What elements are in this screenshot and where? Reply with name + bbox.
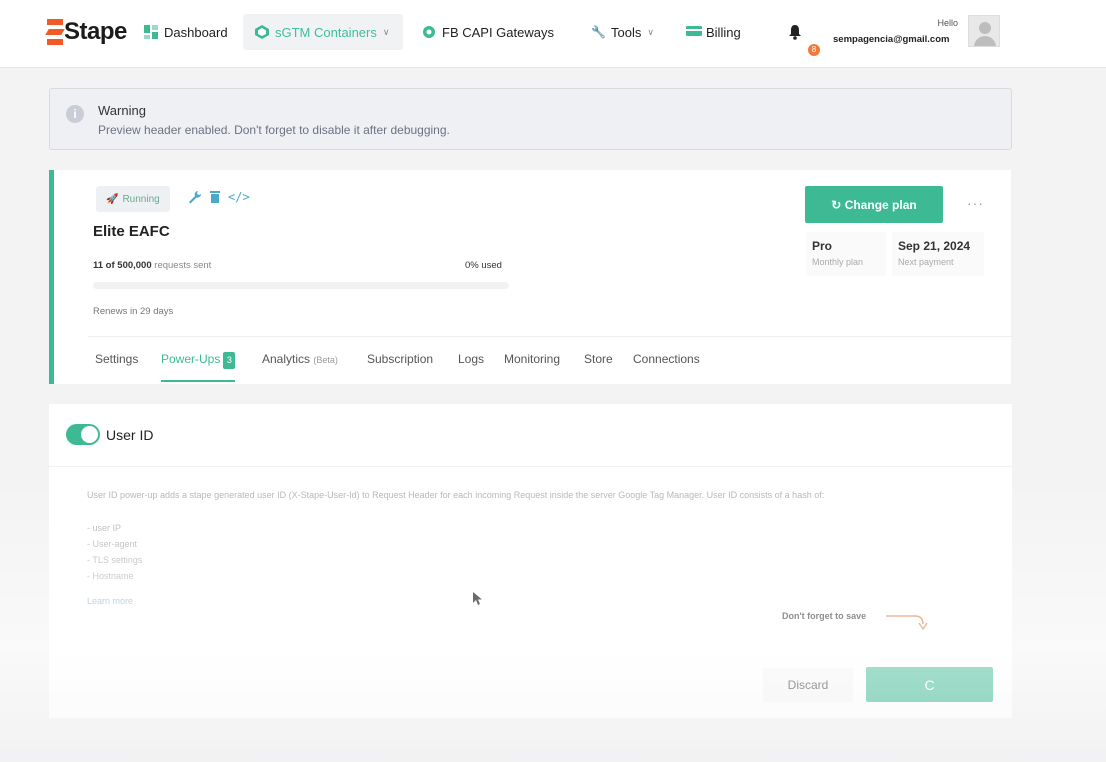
container-name: Elite EAFC — [93, 223, 170, 240]
plan-name: Pro — [812, 239, 833, 253]
change-plan-label: Change plan — [844, 197, 917, 212]
more-options-icon[interactable]: ··· — [967, 195, 984, 211]
dashboard-icon — [144, 25, 158, 39]
greeting: Hello — [937, 18, 958, 28]
list-item: - Hostname — [87, 571, 134, 581]
hash-components-list: - user IP - User-agent - TLS settings - … — [87, 520, 142, 584]
nav-sgtm-label: sGTM Containers — [275, 24, 377, 40]
avatar[interactable] — [968, 15, 1000, 47]
logo-mark-icon — [45, 19, 65, 45]
tab-analytics[interactable]: Analytics (Beta) — [262, 352, 338, 382]
requests-sent: 11 of 500,000 requests sent — [93, 260, 211, 271]
container-icon — [255, 25, 269, 39]
chevron-down-icon: ∨ — [647, 26, 654, 37]
trash-icon[interactable] — [210, 190, 220, 207]
warning-alert: i Warning Preview header enabled. Don't … — [49, 88, 1012, 150]
tab-analytics-label: Analytics — [262, 352, 311, 366]
bell-icon[interactable] — [788, 24, 802, 43]
gateway-icon — [422, 25, 436, 39]
code-icon[interactable]: </> — [228, 190, 250, 207]
warning-title: Warning — [98, 103, 146, 118]
nav-billing[interactable]: Billing — [674, 14, 753, 50]
credit-card-icon — [686, 25, 702, 39]
powerup-description: User ID power-up adds a stape generated … — [87, 490, 825, 500]
tab-monitoring[interactable]: Monitoring — [504, 352, 560, 382]
next-payment-subtitle: Next payment — [898, 257, 954, 267]
user-id-toggle[interactable] — [66, 424, 100, 445]
nav-billing-label: Billing — [706, 24, 741, 40]
save-reminder: Don't forget to save — [782, 611, 867, 621]
usage-progress-bar — [93, 282, 509, 289]
tab-store[interactable]: Store — [584, 352, 613, 382]
powerup-panel: User ID User ID power-up adds a stape ge… — [49, 404, 1012, 718]
beta-label: (Beta) — [313, 355, 338, 365]
card-divider — [88, 336, 1012, 337]
powerup-title: User ID — [106, 427, 154, 443]
curved-arrow-icon — [885, 612, 929, 637]
next-payment-date: Sep 21, 2024 — [898, 239, 971, 253]
top-navbar: Stape Dashboard sGTM Containers ∨ FB CAP… — [0, 0, 1106, 68]
warning-text: Preview header enabled. Don't forget to … — [98, 123, 450, 137]
save-button[interactable]: C — [866, 667, 993, 702]
wrench-icon: 🔧 — [591, 25, 606, 39]
mouse-cursor-icon — [473, 592, 483, 609]
nav-dashboard[interactable]: Dashboard — [132, 14, 240, 50]
wrench-icon[interactable] — [188, 190, 202, 207]
change-plan-button[interactable]: ↻ Change plan — [805, 186, 943, 223]
tab-logs[interactable]: Logs — [458, 352, 484, 382]
renewal-info: Renews in 29 days — [93, 306, 174, 317]
tab-subscription[interactable]: Subscription — [367, 352, 433, 382]
list-item: - TLS settings — [87, 555, 143, 565]
requests-count: 11 of 500,000 — [93, 260, 152, 271]
stape-logo[interactable]: Stape — [45, 17, 127, 47]
nav-dashboard-label: Dashboard — [164, 24, 228, 40]
tab-powerups[interactable]: Power-Ups 3 — [161, 352, 236, 382]
tab-powerups-label: Power-Ups — [161, 352, 221, 366]
refresh-icon: ↻ — [831, 197, 842, 212]
plan-subtitle: Monthly plan — [812, 257, 864, 267]
nav-fb-capi-label: FB CAPI Gateways — [442, 24, 554, 40]
usage-percent: 0% used — [465, 260, 502, 271]
discard-button[interactable]: Discard — [763, 668, 853, 702]
notification-badge: 8 — [808, 44, 820, 56]
user-email[interactable]: sempagencia@gmail.com — [833, 34, 949, 45]
container-tools: </> — [188, 190, 250, 207]
chevron-down-icon: ∨ — [382, 26, 390, 37]
tab-connections[interactable]: Connections — [633, 352, 700, 382]
panel-divider — [49, 466, 1012, 467]
powerups-count-badge: 3 — [223, 352, 236, 369]
list-item: - User-agent — [87, 539, 138, 549]
info-icon: i — [66, 105, 84, 123]
rocket-icon: 🚀 — [106, 193, 119, 205]
status-label: Running — [122, 193, 160, 205]
plan-info: Pro Monthly plan — [806, 232, 886, 276]
container-card: 🚀 Running </> Elite EAFC 11 of 500,000 r… — [49, 170, 1012, 384]
status-badge: 🚀 Running — [96, 186, 170, 212]
nav-tools-label: Tools — [611, 24, 642, 40]
nav-tools[interactable]: 🔧 Tools ∨ — [579, 14, 666, 50]
payment-info: Sep 21, 2024 Next payment — [892, 232, 984, 276]
nav-sgtm-containers[interactable]: sGTM Containers ∨ — [243, 14, 403, 50]
nav-fb-capi[interactable]: FB CAPI Gateways — [410, 14, 566, 50]
list-item: - user IP — [87, 523, 122, 533]
learn-more-link[interactable]: Learn more — [87, 596, 133, 606]
tab-settings[interactable]: Settings — [95, 352, 138, 382]
requests-suffix: requests sent — [154, 260, 212, 271]
logo-text: Stape — [64, 18, 127, 45]
